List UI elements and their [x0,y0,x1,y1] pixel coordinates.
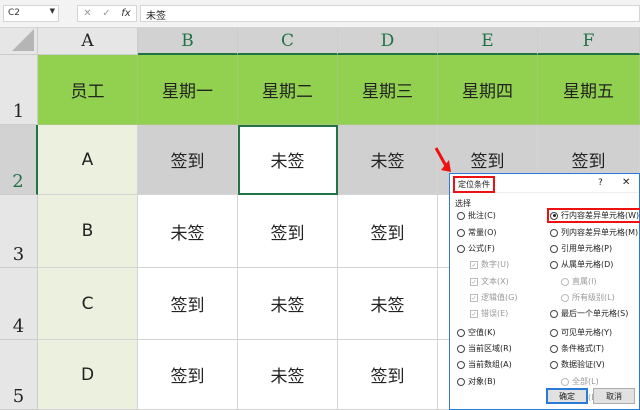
option-8[interactable]: 当前区域(R) [457,343,512,354]
option-right-10[interactable]: 全部(L) [561,376,599,387]
option-6[interactable]: ✓ 错误(E) [470,308,508,319]
dialog-title: 定位条件 [453,176,495,193]
option-7[interactable]: 空值(K) [457,327,496,338]
radio-icon[interactable] [457,244,465,253]
checkbox-icon[interactable]: ✓ [470,277,478,286]
option-right-8[interactable]: 条件格式(T) [550,343,604,354]
radio-icon[interactable] [561,293,569,302]
radio-icon[interactable] [550,244,558,253]
option-0[interactable]: 批注(C) [457,210,496,221]
radio-icon[interactable] [457,360,465,369]
cancel-button[interactable]: 取消 [593,388,635,404]
option-right-1[interactable]: 列内容差异单元格(M) [550,227,638,238]
radio-icon[interactable] [457,211,465,220]
option-10[interactable]: 对象(B) [457,376,496,387]
option-right-0[interactable]: 行内容差异单元格(W) [547,208,640,223]
radio-icon[interactable] [550,211,558,220]
radio-icon[interactable] [457,344,465,353]
radio-icon[interactable] [550,309,558,318]
go-to-special-dialog: 定位条件 ? ✕ 选择 批注(C) 常量(O) 公式(F) ✓ 数字(U) ✓ 文本(X) ✓… [449,173,640,410]
option-3[interactable]: ✓ 数字(U) [470,259,509,270]
option-1[interactable]: 常量(O) [457,227,497,238]
option-right-7[interactable]: 可见单元格(Y) [550,327,612,338]
option-9[interactable]: 当前数组(A) [457,359,512,370]
option-right-5[interactable]: 所有级别(L) [561,292,615,303]
radio-icon[interactable] [550,344,558,353]
radio-icon[interactable] [457,228,465,237]
checkbox-icon[interactable]: ✓ [470,309,478,318]
radio-icon[interactable] [561,277,569,286]
option-right-2[interactable]: 引用单元格(P) [550,243,612,254]
dialog-titlebar: 定位条件 ? ✕ [450,174,639,193]
radio-icon[interactable] [550,328,558,337]
close-icon[interactable]: ✕ [622,177,630,188]
option-right-3[interactable]: 从属单元格(D) [550,259,613,270]
checkbox-icon[interactable]: ✓ [470,293,478,302]
option-2[interactable]: 公式(F) [457,243,495,254]
option-right-9[interactable]: 数据验证(V) [550,359,605,370]
red-arrow-icon [434,147,451,172]
option-right-4[interactable]: 直属(I) [561,276,597,287]
help-icon[interactable]: ? [598,178,603,188]
option-5[interactable]: ✓ 逻辑值(G) [470,292,517,303]
radio-icon[interactable] [457,377,465,386]
radio-icon[interactable] [550,360,558,369]
checkbox-icon[interactable]: ✓ [470,260,478,269]
option-4[interactable]: ✓ 文本(X) [470,276,509,287]
ok-button[interactable]: 确定 [546,388,588,404]
radio-icon[interactable] [550,260,558,269]
radio-icon[interactable] [457,328,465,337]
section-label: 选择 [455,199,471,208]
radio-icon[interactable] [550,228,558,237]
option-right-6[interactable]: 最后一个单元格(S) [550,308,628,319]
radio-icon[interactable] [561,377,569,386]
